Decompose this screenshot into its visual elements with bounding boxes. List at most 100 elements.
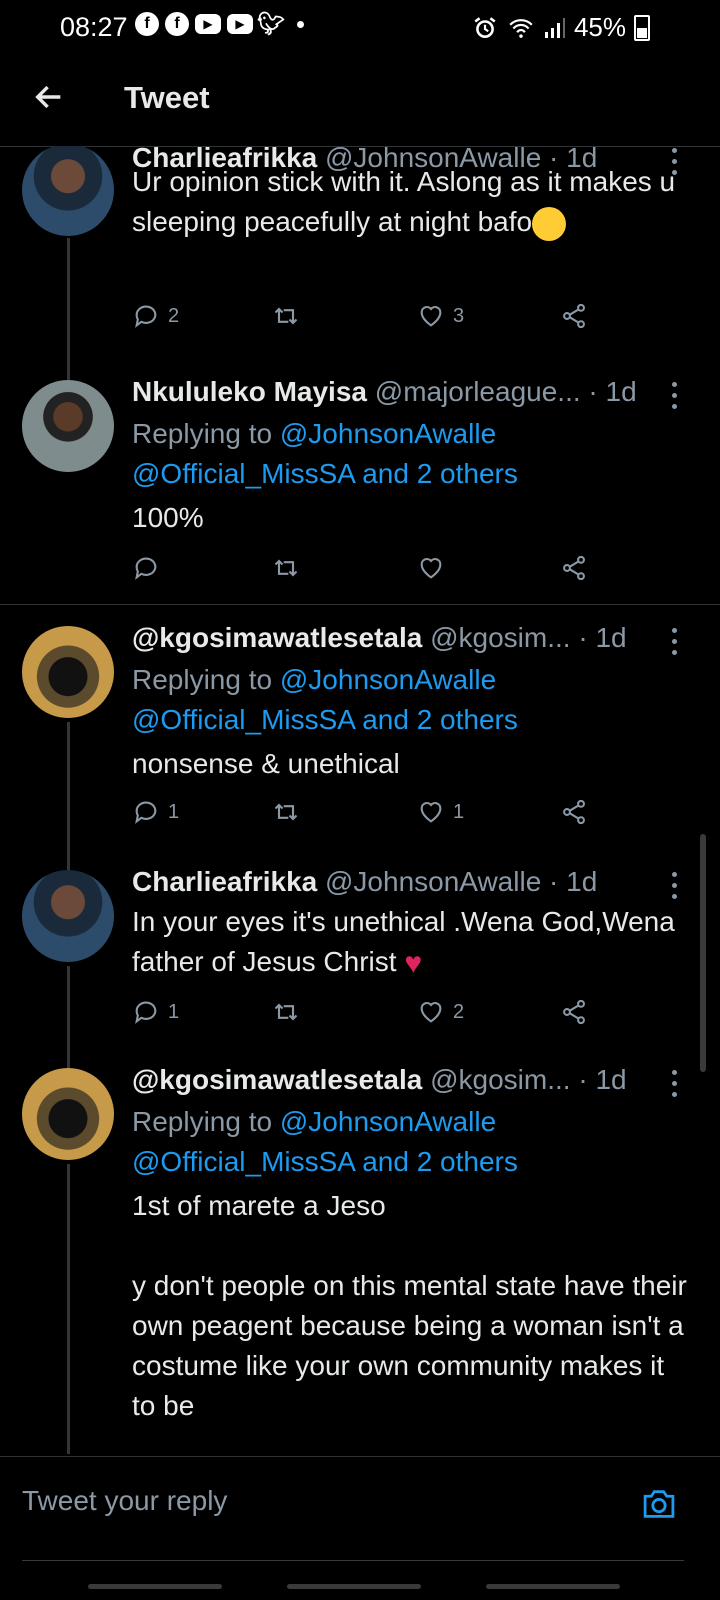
share-button[interactable] [560, 798, 588, 826]
reply-input[interactable]: Tweet your reply [22, 1485, 227, 1517]
author-name[interactable]: Charlieafrikka [132, 866, 317, 897]
reply-icon [135, 305, 157, 328]
thread-line [67, 358, 70, 380]
mention-others-link[interactable]: @Official_MissSA and 2 others [132, 458, 518, 489]
thread-line [67, 722, 70, 864]
avatar[interactable] [22, 870, 114, 962]
battery-icon [634, 14, 650, 41]
heart-icon [420, 558, 442, 579]
retweet-button[interactable] [272, 798, 300, 826]
more-notifications-icon [297, 20, 304, 28]
tweet-feed[interactable]: Charlieafrikka @JohnsonAwalle · 1d Ur op… [0, 146, 720, 1454]
more-options-icon[interactable] [672, 1070, 678, 1098]
like-count: 2 [453, 1000, 465, 1023]
share-button[interactable] [560, 554, 588, 582]
reply-count: 2 [168, 304, 180, 327]
replying-to: Replying to @JohnsonAwalle @Official_Mis… [132, 418, 518, 489]
share-icon [563, 555, 585, 581]
slightly-smiling-face-icon [532, 206, 567, 241]
more-options-icon[interactable] [672, 628, 678, 656]
author-name[interactable]: @kgosimawatlesetala [132, 1064, 422, 1095]
nav-back-button[interactable] [486, 1584, 620, 1589]
avatar[interactable] [22, 1068, 114, 1160]
tweet-time: · 1d [588, 376, 637, 407]
like-button[interactable]: 3 [417, 302, 464, 330]
like-button[interactable] [417, 554, 445, 582]
mention-link[interactable]: @JohnsonAwalle [280, 418, 496, 449]
reply-icon [135, 557, 157, 580]
avatar[interactable] [22, 380, 114, 472]
mention-others-link[interactable]: @Official_MissSA and 2 others [132, 1146, 518, 1177]
reply-count: 1 [168, 800, 180, 823]
nav-recent-button[interactable] [88, 1584, 222, 1589]
replying-to: Replying to @JohnsonAwalle @Official_Mis… [132, 664, 518, 735]
wifi-icon [509, 18, 533, 38]
nav-home-button[interactable] [287, 1584, 421, 1589]
status-bar: 08:27 f f ▶ ▶ 🐦︎ 45% [0, 0, 720, 52]
like-button[interactable]: 2 [417, 998, 464, 1026]
tweet-actions [132, 554, 602, 594]
notification-icons: f f ▶ ▶ 🐦︎ [135, 11, 304, 36]
author-handle[interactable]: @majorleague... [375, 376, 581, 407]
like-count: 1 [453, 800, 465, 823]
tweet-time: · 1d [549, 866, 598, 897]
tweet[interactable]: Charlieafrikka @JohnsonAwalle · 1d In yo… [0, 854, 720, 1062]
avatar[interactable] [22, 626, 114, 718]
like-button[interactable]: 1 [417, 798, 464, 826]
tweet-text: In your eyes it's unethical .Wena God,We… [132, 902, 692, 984]
signal-icon [544, 17, 565, 38]
retweet-button[interactable] [272, 554, 300, 582]
alarm-icon [474, 16, 496, 38]
author-name[interactable]: Nkululeko Mayisa [132, 376, 367, 407]
youtube-icon: ▶ [227, 14, 253, 34]
thread-line [67, 238, 70, 358]
youtube-icon: ▶ [195, 14, 221, 34]
share-icon [563, 799, 585, 825]
author-handle[interactable]: @kgosim... [430, 1064, 570, 1095]
red-heart-icon: ♥ [404, 946, 423, 980]
tweet-header: Nkululeko Mayisa @majorleague... · 1d [132, 374, 672, 410]
tweet-text: Ur opinion stick with it. Aslong as it m… [132, 162, 692, 242]
thread-line [67, 966, 70, 1062]
heart-icon [420, 802, 442, 823]
thread-line [67, 1164, 70, 1454]
share-button[interactable] [560, 302, 588, 330]
retweet-icon [274, 307, 298, 325]
tweet-actions: 1 2 [132, 998, 602, 1038]
retweet-button[interactable] [272, 302, 300, 330]
tweet[interactable]: Charlieafrikka @JohnsonAwalle · 1d Ur op… [0, 146, 720, 358]
battery-percent: 45% [573, 12, 626, 42]
like-count: 3 [453, 304, 465, 327]
author-handle[interactable]: @JohnsonAwalle [325, 866, 541, 897]
back-arrow-icon[interactable] [32, 80, 66, 114]
reply-button[interactable]: 2 [132, 302, 179, 330]
retweet-icon [274, 803, 298, 821]
tweet[interactable]: @kgosimawatlesetala @kgosim... · 1d Repl… [0, 1052, 720, 1454]
scrollbar[interactable] [700, 834, 706, 1072]
tweet-header: @kgosimawatlesetala @kgosim... · 1d [132, 620, 672, 656]
twitter-icon: 🐦︎ [257, 11, 285, 36]
share-button[interactable] [560, 998, 588, 1026]
tweet[interactable]: @kgosimawatlesetala @kgosim... · 1d Repl… [0, 604, 720, 864]
more-options-icon[interactable] [672, 382, 678, 410]
avatar[interactable] [22, 146, 114, 236]
share-icon [563, 303, 585, 329]
thread-line [67, 854, 70, 870]
retweet-icon [274, 1003, 298, 1021]
retweet-icon [274, 559, 298, 577]
reply-button[interactable] [132, 554, 160, 582]
camera-icon[interactable] [640, 1487, 678, 1521]
author-name[interactable]: @kgosimawatlesetala [132, 622, 422, 653]
tweet-time: · 1d [578, 622, 627, 653]
author-handle[interactable]: @kgosim... [430, 622, 570, 653]
reply-button[interactable]: 1 [132, 998, 179, 1026]
more-options-icon[interactable] [672, 872, 678, 900]
tweet[interactable]: Nkululeko Mayisa @majorleague... · 1d Re… [0, 358, 720, 603]
mention-others-link[interactable]: @Official_MissSA and 2 others [132, 704, 518, 735]
reply-button[interactable]: 1 [132, 798, 179, 826]
tweet-text: nonsense & unethical [132, 748, 400, 779]
retweet-button[interactable] [272, 998, 300, 1026]
mention-link[interactable]: @JohnsonAwalle [280, 1106, 496, 1137]
status-right: 45% [472, 12, 650, 43]
mention-link[interactable]: @JohnsonAwalle [280, 664, 496, 695]
